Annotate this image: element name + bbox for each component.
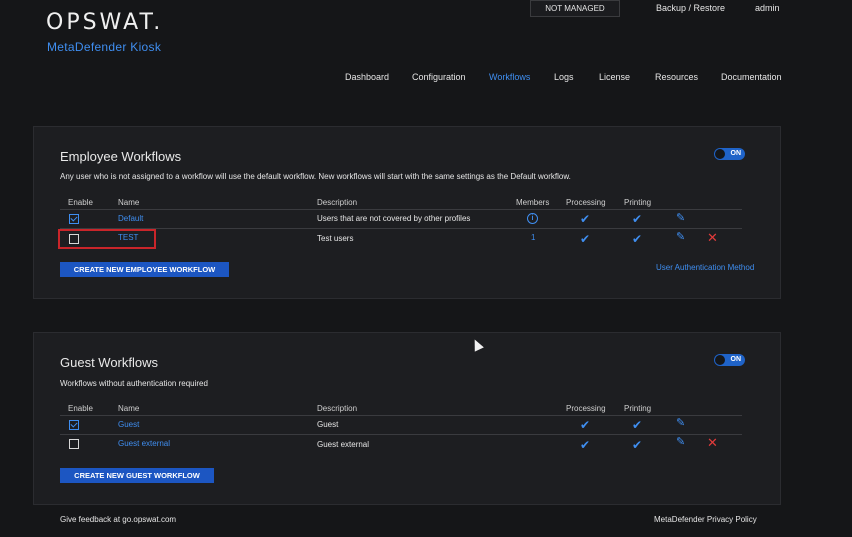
- guest-workflows-title: Guest Workflows: [60, 355, 159, 370]
- employee-workflows-panel: Employee Workflows Any user who is not a…: [33, 126, 781, 299]
- header-printing: Printing: [624, 198, 652, 207]
- employee-workflows-title: Employee Workflows: [60, 149, 182, 164]
- opswat-logo: OPSWAT.: [46, 10, 164, 35]
- toggle-knob: [715, 355, 725, 365]
- delete-close-icon[interactable]: ✕: [707, 436, 718, 449]
- nav-workflows[interactable]: Workflows: [489, 72, 530, 82]
- printing-check-icon: ✔: [632, 418, 643, 432]
- employee-workflows-description: Any user who is not assigned to a workfl…: [60, 172, 571, 181]
- edit-pencil-icon[interactable]: ✎: [676, 418, 685, 429]
- edit-pencil-icon[interactable]: ✎: [676, 232, 685, 243]
- backup-restore-link[interactable]: Backup / Restore: [656, 3, 725, 13]
- table-divider: [60, 434, 742, 435]
- enable-checkbox-default[interactable]: [69, 214, 79, 224]
- management-status-badge: NOT MANAGED: [530, 0, 620, 17]
- processing-check-icon: ✔: [580, 232, 591, 246]
- header-description: Description: [317, 198, 358, 207]
- product-name: MetaDefender Kiosk: [47, 40, 162, 54]
- enable-checkbox-guest[interactable]: [69, 420, 79, 430]
- header-processing: Processing: [566, 198, 606, 207]
- privacy-policy-link[interactable]: MetaDefender Privacy Policy: [654, 515, 757, 524]
- toggle-state-label: ON: [730, 356, 742, 363]
- nav-documentation[interactable]: Documentation: [721, 72, 782, 82]
- nav-logs[interactable]: Logs: [554, 72, 574, 82]
- toggle-state-label: ON: [730, 150, 742, 157]
- workflow-name-default[interactable]: Default: [118, 214, 143, 223]
- nav-dashboard[interactable]: Dashboard: [345, 72, 389, 82]
- header-description: Description: [317, 404, 358, 413]
- guest-workflows-toggle[interactable]: ON: [714, 354, 745, 366]
- enable-checkbox-guest-external[interactable]: [69, 439, 79, 449]
- processing-check-icon: ✔: [580, 418, 591, 432]
- workflow-name-test[interactable]: TEST: [118, 233, 138, 242]
- table-divider: [60, 228, 742, 229]
- header-members: Members: [516, 198, 550, 207]
- workflow-description-test: Test users: [317, 234, 354, 243]
- header-printing: Printing: [624, 404, 652, 413]
- nav-license[interactable]: License: [599, 72, 630, 82]
- members-count-test[interactable]: 1: [531, 233, 535, 242]
- printing-check-icon: ✔: [632, 232, 643, 246]
- workflow-description-guest-external: Guest external: [317, 440, 370, 449]
- workflow-name-guest[interactable]: Guest: [118, 420, 139, 429]
- processing-check-icon: ✔: [580, 438, 591, 452]
- create-guest-workflow-button[interactable]: CREATE NEW GUEST WORKFLOW: [60, 468, 214, 483]
- header-name: Name: [118, 198, 140, 207]
- header-enable: Enable: [68, 404, 93, 413]
- feedback-link[interactable]: Give feedback at go.opswat.com: [60, 515, 176, 524]
- user-authentication-method-link[interactable]: User Authentication Method: [656, 263, 754, 272]
- processing-check-icon: ✔: [580, 212, 591, 226]
- create-employee-workflow-button[interactable]: CREATE NEW EMPLOYEE WORKFLOW: [60, 262, 229, 277]
- delete-close-icon[interactable]: ✕: [707, 231, 718, 244]
- header-processing: Processing: [566, 404, 606, 413]
- printing-check-icon: ✔: [632, 438, 643, 452]
- enable-checkbox-test[interactable]: [69, 234, 79, 244]
- employee-workflows-toggle[interactable]: ON: [714, 148, 745, 160]
- edit-pencil-icon[interactable]: ✎: [676, 213, 685, 224]
- info-icon[interactable]: i: [527, 213, 538, 224]
- guest-workflows-description: Workflows without authentication require…: [60, 379, 208, 388]
- table-divider: [60, 209, 742, 210]
- workflow-name-guest-external[interactable]: Guest external: [118, 439, 170, 448]
- header-enable: Enable: [68, 198, 93, 207]
- header-name: Name: [118, 404, 140, 413]
- toggle-knob: [715, 149, 725, 159]
- printing-check-icon: ✔: [632, 212, 643, 226]
- guest-workflows-panel: Guest Workflows Workflows without authen…: [33, 332, 781, 505]
- user-menu[interactable]: admin: [755, 3, 780, 13]
- nav-configuration[interactable]: Configuration: [412, 72, 466, 82]
- nav-resources[interactable]: Resources: [655, 72, 698, 82]
- workflow-description-default: Users that are not covered by other prof…: [317, 214, 471, 223]
- edit-pencil-icon[interactable]: ✎: [676, 437, 685, 448]
- workflow-description-guest: Guest: [317, 420, 339, 429]
- table-divider: [60, 415, 742, 416]
